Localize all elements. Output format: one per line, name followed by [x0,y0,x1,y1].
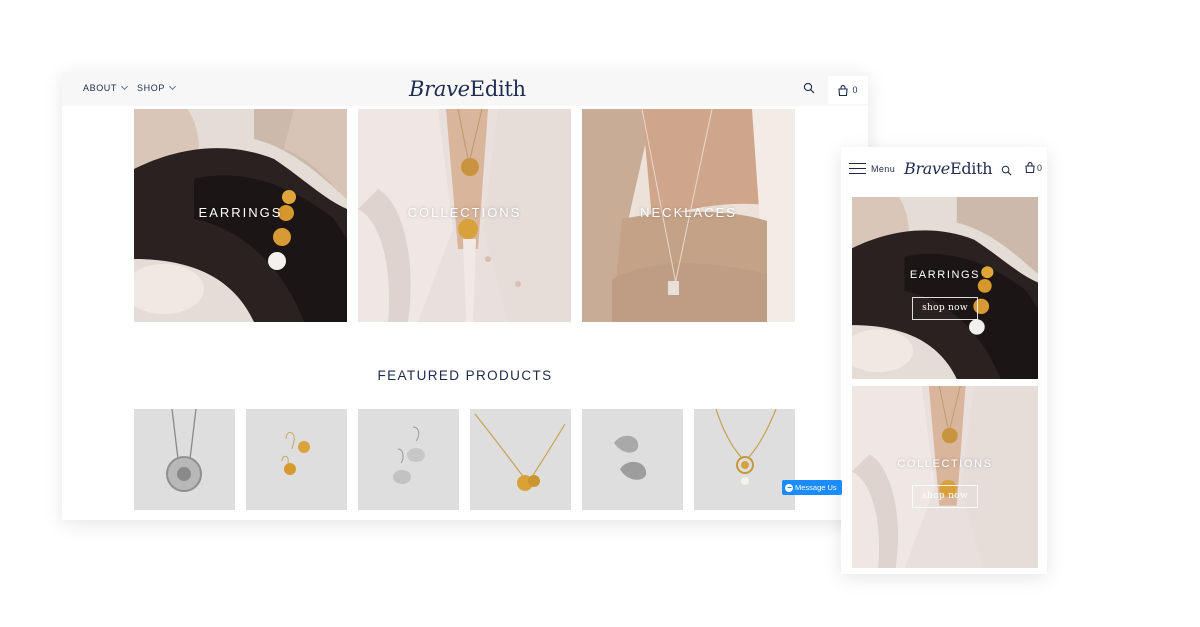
product-card-coin-necklace[interactable] [134,408,235,510]
messenger-icon [785,483,793,492]
message-us-button[interactable]: Message Us [782,480,842,495]
cart-button[interactable]: 0 [828,76,868,104]
mobile-preview: Menu BraveEdith 0 EARRINGS shop now COLL… [841,147,1047,574]
nav-about-label: ABOUT [83,83,118,93]
mobile-brand-logo[interactable]: BraveEdith [904,159,993,178]
desktop-header: ABOUT SHOP BraveEdith 0 [62,72,868,106]
mobile-collections-photo [852,386,1038,568]
tile-label-earrings: EARRINGS [198,205,283,220]
brand-word-1: Brave [409,77,470,101]
collection-tile-collections[interactable]: COLLECTIONS [358,109,571,322]
product-card-silver-ginkgo-earrings[interactable] [358,409,459,510]
tile-label-collections: COLLECTIONS [407,205,522,220]
product-card-gold-flower-necklace[interactable] [470,409,571,510]
mobile-bag-icon [1025,162,1035,173]
bag-icon [838,84,849,96]
shop-now-button-collections[interactable]: shop now [912,485,978,508]
brand-word-2: Edith [469,77,526,101]
main-nav: ABOUT SHOP [83,82,176,93]
shop-now-button-earrings[interactable]: shop now [912,297,978,320]
mobile-header: Menu BraveEdith 0 [841,147,1047,193]
mobile-tile-collections[interactable]: COLLECTIONS shop now [852,386,1038,568]
nav-shop[interactable]: SHOP [137,82,176,93]
search-icon[interactable] [803,82,815,94]
chevron-down-icon [168,82,176,91]
featured-products-heading: FEATURED PRODUCTS [377,368,553,383]
mobile-brand-word-2: Edith [949,159,993,178]
hamburger-menu-icon[interactable] [849,163,866,175]
cart-count: 0 [852,85,858,95]
mobile-earrings-photo [852,197,1038,379]
product-card-gold-pendant-necklace[interactable] [694,408,795,510]
chevron-down-icon [120,82,129,91]
tile-label-necklaces: NECKLACES [640,205,737,220]
mobile-tile-label-earrings: EARRINGS [909,269,981,281]
mobile-search-icon[interactable] [1001,163,1012,181]
brand-logo[interactable]: BraveEdith [409,77,526,101]
collection-grid: EARRINGS COLLECTIONS NECKLACES [134,109,795,322]
mobile-cart-button[interactable]: 0 [1025,162,1042,173]
mobile-cart-count: 0 [1037,162,1043,173]
collection-tile-necklaces[interactable]: NECKLACES [582,109,795,322]
collection-tile-earrings[interactable]: EARRINGS [134,109,347,322]
mobile-tile-label-collections: COLLECTIONS [897,458,993,470]
featured-products-grid [134,408,795,510]
nav-shop-label: SHOP [137,83,165,93]
product-card-gold-flower-earrings[interactable] [246,409,347,510]
desktop-preview: ABOUT SHOP BraveEdith 0 EARRINGS COLLECT… [62,72,868,520]
mobile-menu-label[interactable]: Menu [871,164,895,174]
mobile-brand-word-1: Brave [904,159,950,178]
message-us-label: Message Us [795,483,837,492]
mobile-tile-earrings[interactable]: EARRINGS shop now [852,197,1038,379]
product-card-silver-petal-studs[interactable] [582,409,683,510]
nav-about[interactable]: ABOUT [83,82,129,93]
